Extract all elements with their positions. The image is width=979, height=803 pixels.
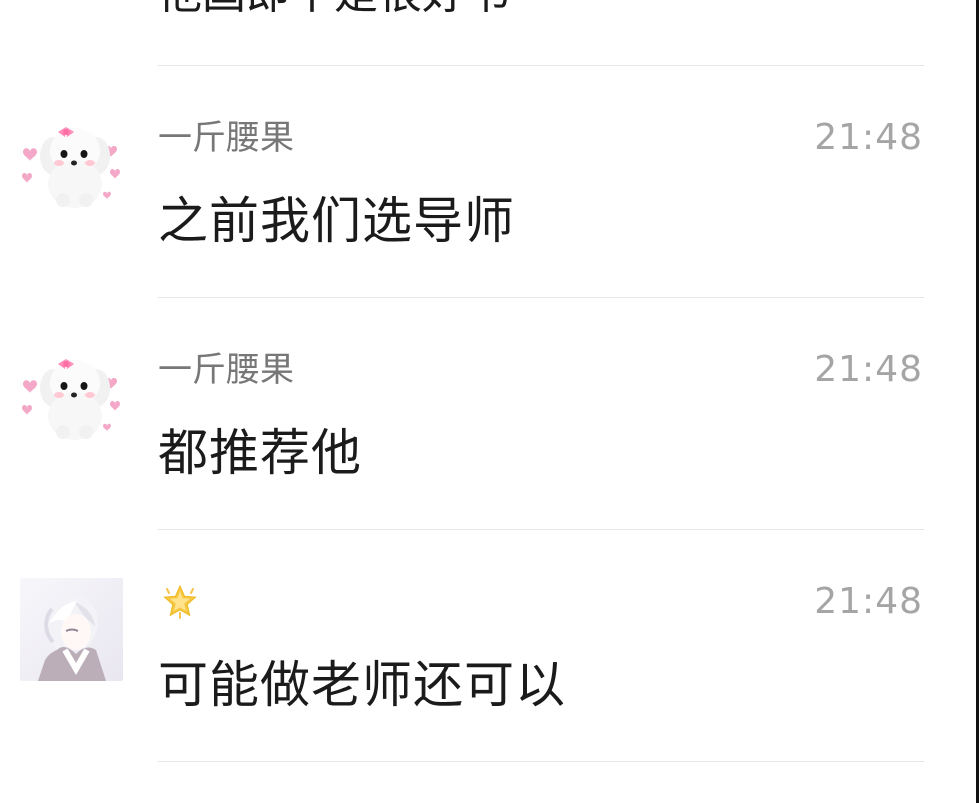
message-time: 21:48 <box>814 117 923 158</box>
white-puppy-avatar-icon[interactable] <box>20 114 123 217</box>
message-item[interactable]: 一斤腰果 21:48 之前我们选导师 <box>0 66 976 298</box>
message-item[interactable]: 一斤腰果 21:48 都推荐他 <box>0 298 976 530</box>
message-text[interactable]: 之前我们选导师 <box>158 191 515 251</box>
message-time: 21:48 <box>814 581 923 622</box>
anime-boy-avatar-icon[interactable] <box>20 578 123 681</box>
message-divider <box>158 761 924 762</box>
message-item[interactable]: 21:48 可能做老师还可以 <box>0 530 976 762</box>
message-text[interactable]: 可能做老师还可以 <box>158 655 566 715</box>
message-time: 21:48 <box>814 349 923 390</box>
white-puppy-avatar-icon[interactable] <box>20 346 123 449</box>
previous-message-text: 他国即不是很好书 <box>158 0 510 15</box>
star-icon <box>160 582 200 622</box>
chat-history-screen: 他国即不是很好书 <box>0 0 979 803</box>
sender-name: 一斤腰果 <box>158 350 294 390</box>
sender-name: 一斤腰果 <box>158 118 294 158</box>
message-text[interactable]: 都推荐他 <box>158 423 362 483</box>
